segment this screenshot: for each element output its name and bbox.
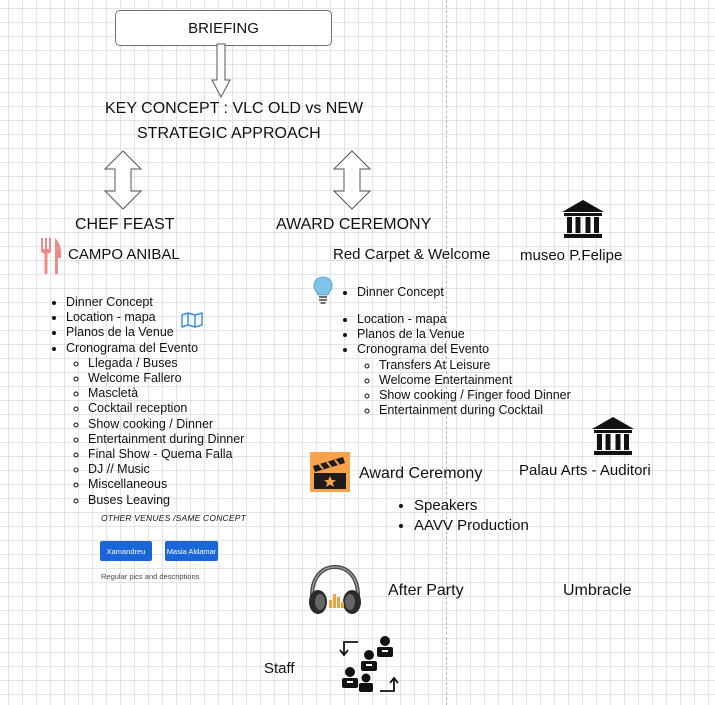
award-ceremony-title: AWARD CEREMONY [276, 216, 432, 233]
list-item: Dinner Concept [357, 285, 444, 300]
map-icon[interactable] [181, 312, 203, 328]
schedule-item: Miscellaneous [88, 477, 244, 492]
schedule-item: Cocktail reception [88, 401, 244, 416]
other-venues-label: OTHER VENUES /SAME CONCEPT [101, 513, 246, 523]
headphones-icon [309, 564, 361, 614]
award-ceremony-subheading: Award Ceremony [359, 465, 483, 482]
lightbulb-icon [313, 276, 333, 304]
schedule-item: Entertainment during Cocktail [379, 403, 571, 418]
list-item: Planos de la Venue [66, 325, 244, 340]
chef-feast-title: CHEF FEAST [75, 216, 175, 233]
schedule-item: Llegada / Buses [88, 356, 244, 371]
briefing-label: BRIEFING [188, 19, 259, 37]
campo-anibal-label: CAMPO ANIBAL [68, 246, 180, 263]
museum-icon [592, 417, 634, 455]
list-item: Location - mapa [66, 310, 244, 325]
masia-aldamar-button[interactable]: Masia Aldamar [165, 541, 218, 561]
schedule-item: Entertainment during Dinner [88, 432, 244, 447]
list-item: Cronograma del Evento [66, 340, 199, 355]
palau-arts-label: Palau Arts - Auditori [519, 462, 651, 479]
down-arrow-icon [211, 43, 231, 99]
list-item: Speakers [414, 496, 529, 516]
schedule-item: DJ // Music [88, 462, 244, 477]
schedule-item: Mascletà [88, 386, 244, 401]
schedule-item: Welcome Entertainment [379, 373, 571, 388]
award-ceremony-list: Location - mapa Planos de la Venue Crono… [339, 312, 571, 418]
ceremony-list: Speakers AAVV Production [396, 496, 529, 536]
schedule-item: Show cooking / Finger food Dinner [379, 388, 571, 403]
briefing-box[interactable]: BRIEFING [115, 10, 332, 46]
museum-icon [562, 200, 604, 238]
red-carpet-label: Red Carpet & Welcome [333, 246, 491, 263]
staff-people-icon [339, 636, 399, 692]
schedule-item: Welcome Fallero [88, 371, 244, 386]
schedule-item: Show cooking / Dinner [88, 417, 244, 432]
double-arrow-right-icon [332, 150, 372, 210]
clapperboard-icon [310, 452, 350, 492]
after-party-label: After Party [388, 582, 464, 599]
umbracle-label: Umbracle [563, 582, 632, 599]
key-concept-label: KEY CONCEPT : VLC OLD vs NEW [105, 100, 364, 117]
list-item: AAVV Production [414, 516, 529, 536]
list-item: Planos de la Venue [357, 327, 571, 342]
list-item: Location - mapa [357, 312, 571, 327]
schedule-item: Transfers At Leisure [379, 358, 571, 373]
schedule-item: Final Show - Quema Falla [88, 447, 244, 462]
xamandreu-button[interactable]: Xamandreu [100, 541, 152, 561]
strategic-approach-label: STRATEGIC APPROACH [137, 125, 321, 142]
list-item: Dinner Concept [66, 295, 244, 310]
museo-felipe-label: museo P.Felipe [520, 247, 623, 264]
regular-pics-note: Regular pics and descriptions [101, 572, 200, 581]
staff-label: Staff [264, 660, 295, 677]
award-dinner-list: Dinner Concept [339, 285, 444, 300]
chef-feast-list: Dinner Concept Location - mapa Planos de… [48, 295, 244, 508]
schedule-item: Buses Leaving [88, 493, 244, 508]
double-arrow-left-icon [103, 150, 143, 210]
fork-knife-icon [41, 238, 62, 274]
list-item: Cronograma del Evento [357, 342, 490, 357]
